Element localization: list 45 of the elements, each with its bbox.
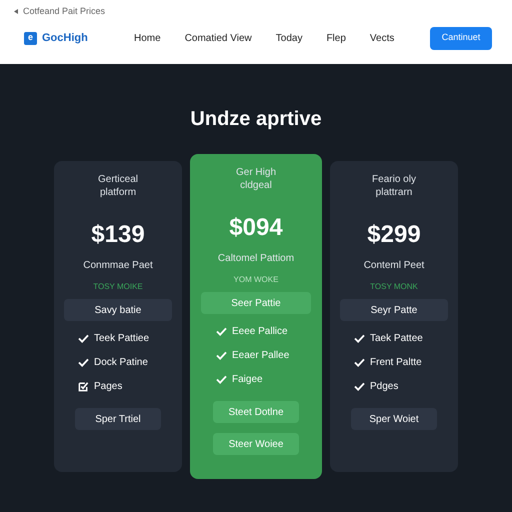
feature-text: Eeaer Pallee [232,349,290,363]
check-icon [216,327,227,336]
feature-text: Eeee Pallice [232,325,288,339]
plan-tag: TOSY MONK [370,281,418,293]
plan-subtitle: Gerticeal platform [96,173,139,199]
feature-text: Pdges [370,380,398,394]
logo-text: GocHigh [42,30,88,46]
feature-text: Taek Pattee [370,332,423,346]
check-icon [354,382,365,391]
feature-text: Pages [94,380,122,394]
back-icon[interactable] [14,9,18,14]
feature-text: Faigee [232,373,263,387]
logo-mark: e [24,32,37,44]
check-icon [216,351,227,360]
plan-button[interactable]: Sper Woiet [351,408,437,430]
nav-link[interactable]: Comatied View [184,30,252,46]
check-icon [354,334,365,343]
plan-name: Conmmae Paet [83,259,153,273]
plan-subtitle: Feario oly plattrarn [371,173,417,199]
nav-link[interactable]: Vects [370,30,394,46]
check-icon [78,358,89,367]
checkbox-icon [78,381,89,392]
select-button[interactable]: Seyr Patte [340,299,448,321]
feature-text: Dock Patine [94,356,148,370]
plan-subtitle: Ger High cldgeal [234,166,277,192]
plan-name: Caltomel Pattiom [218,252,294,266]
page-heading: Undze aprtive [190,107,322,132]
nav-link[interactable]: Flep [326,30,346,46]
feature-text: Frent Paltte [370,356,422,370]
nav-link[interactable]: Today [276,30,302,46]
check-icon [216,375,227,384]
nav-link[interactable]: Home [134,30,161,46]
plan-tag: YOM WOKE [234,274,278,286]
plan-price: $139 [91,221,145,249]
breadcrumb: Cotfeand Pait Prices [23,5,106,18]
plan-price: $299 [367,221,421,249]
plan-name: Conteml Peet [364,259,424,273]
select-button[interactable]: Savy batie [64,299,172,321]
plan-price: $094 [229,214,283,242]
plan-button[interactable]: Sper Trtiel [75,408,161,430]
continue-button[interactable]: Cantinuet [430,26,492,50]
check-icon [354,358,365,367]
plan-tag: TOSY MOIKE [93,281,143,293]
check-icon [78,334,89,343]
feature-text: Teek Pattiee [94,332,150,346]
